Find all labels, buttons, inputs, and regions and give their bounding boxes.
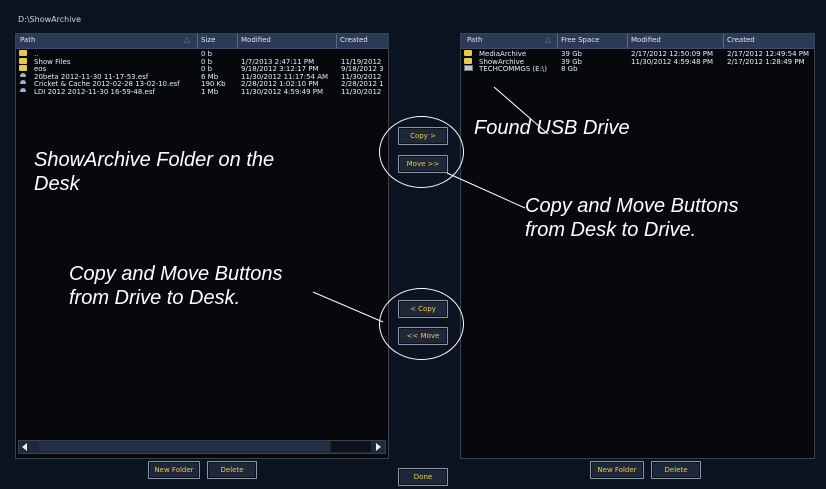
- annotation-lines: [312, 86, 549, 323]
- showarchive-annotation: ShowArchive Folder on the Desk: [34, 149, 275, 195]
- desk-to-drive-pointer: [446, 172, 526, 209]
- desk-to-drive-annotation: Copy and Move Buttons from Desk to Drive…: [525, 195, 739, 241]
- drive-to-desk-pointer: [312, 291, 384, 323]
- usb-annotation: Found USB Drive: [474, 117, 630, 139]
- drive-to-desk-annotation: Copy and Move Buttons from Drive to Desk…: [69, 263, 283, 309]
